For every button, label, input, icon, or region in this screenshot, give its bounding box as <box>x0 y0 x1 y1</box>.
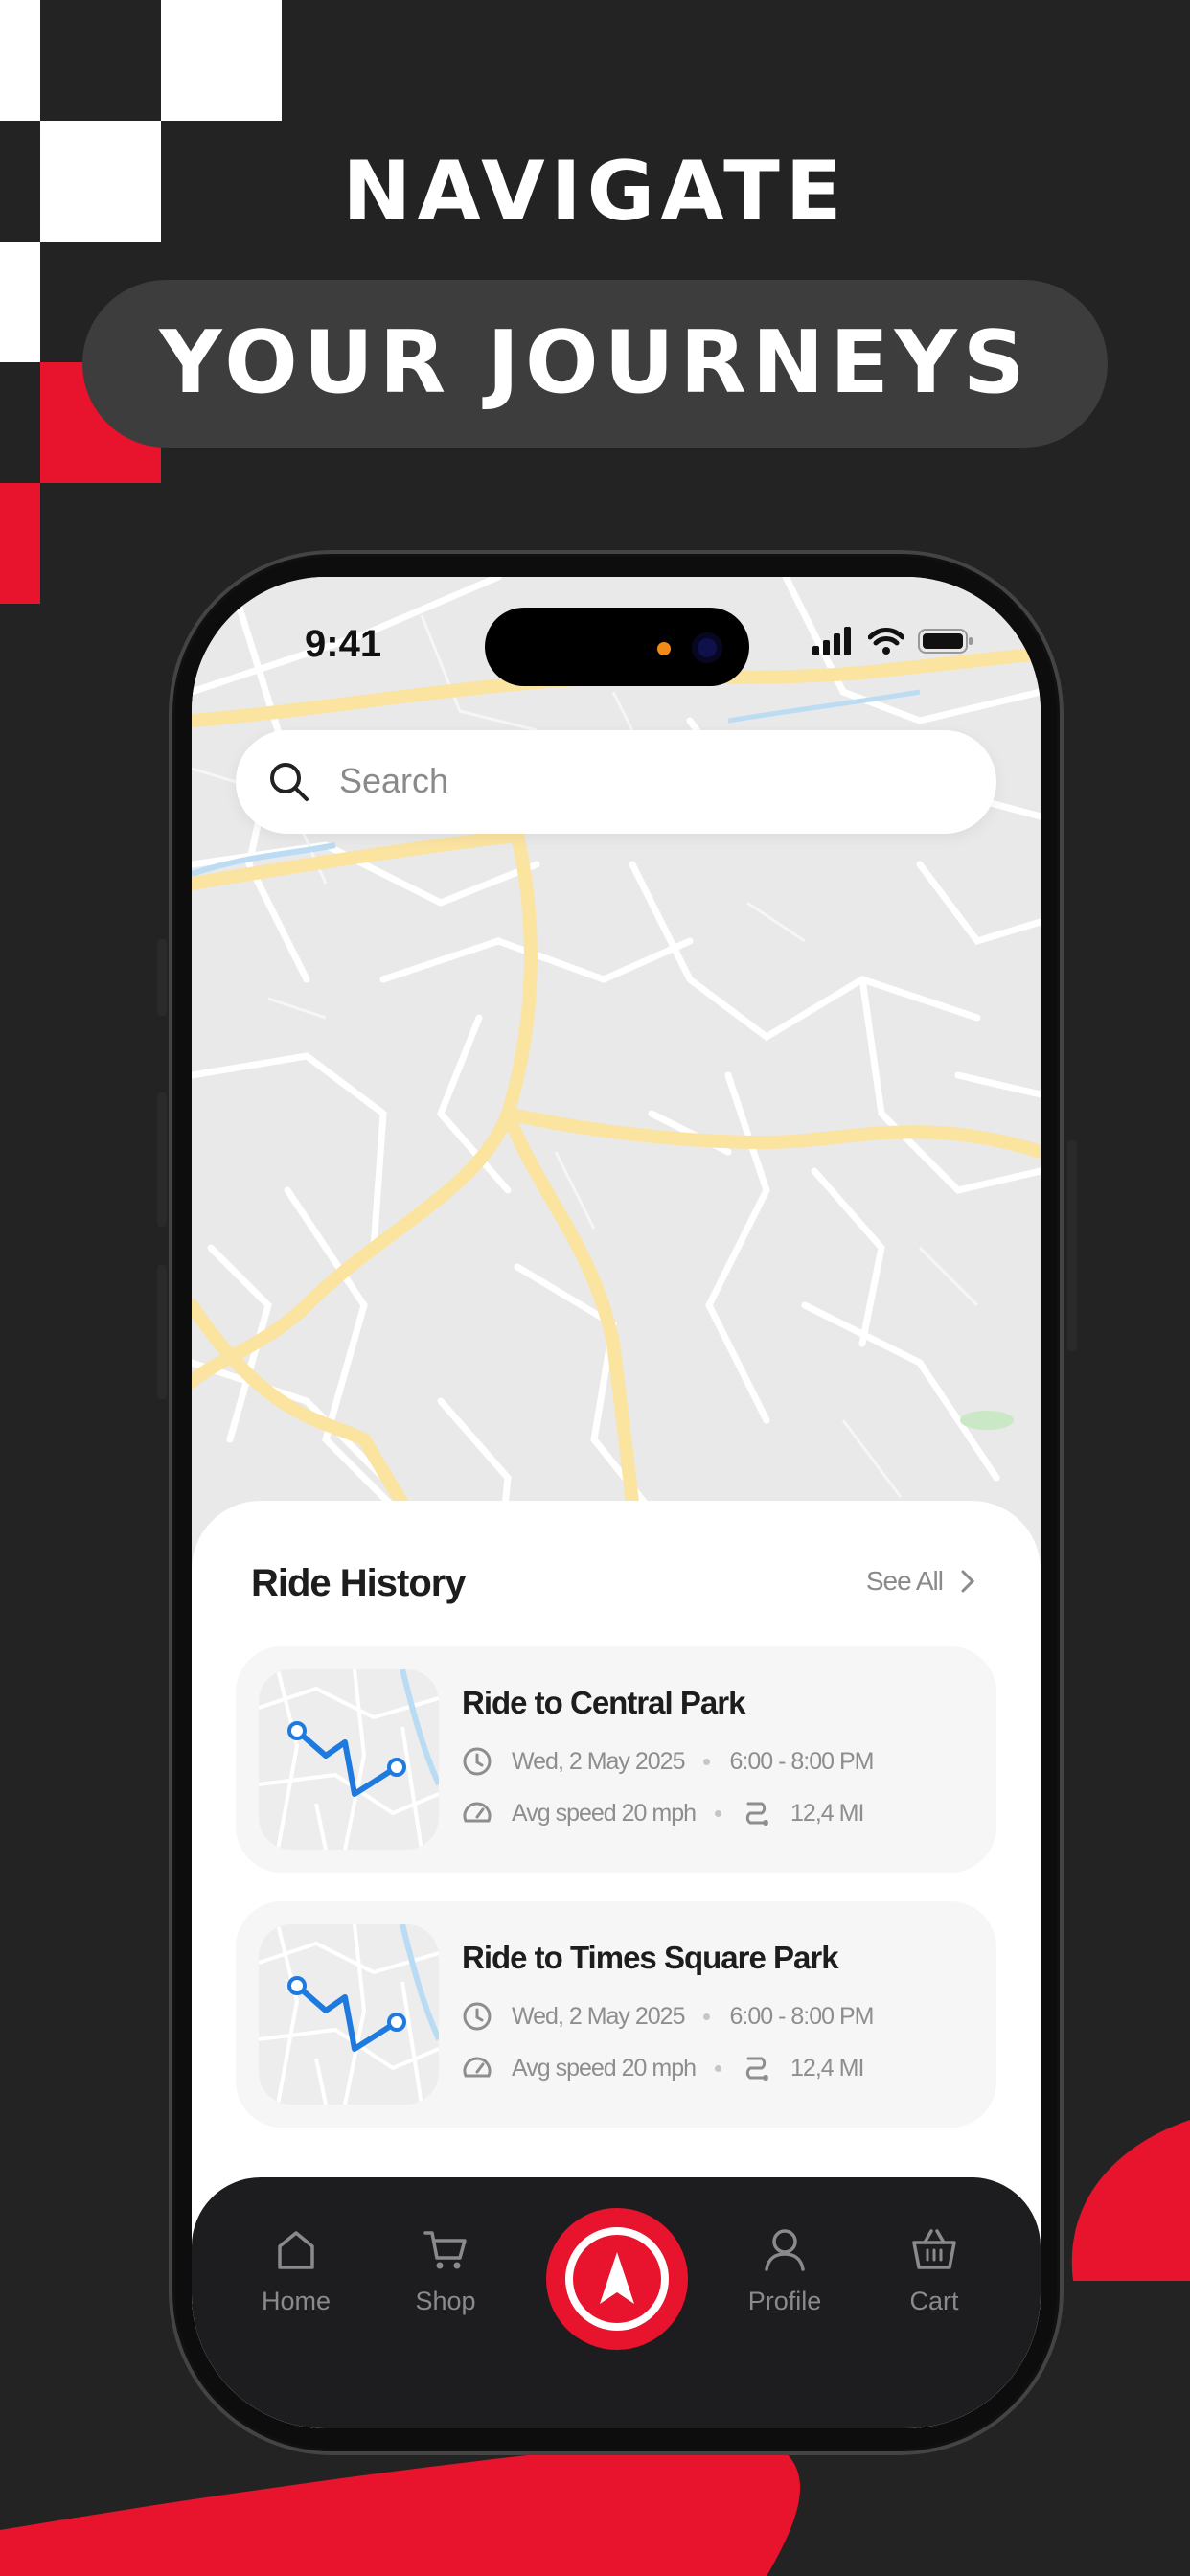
search-input[interactable]: Search <box>339 761 448 801</box>
route-icon <box>741 1798 771 1828</box>
navigation-arrow-icon <box>565 2227 669 2331</box>
chevron-right-icon <box>961 1570 975 1593</box>
ride-time: 6:00 - 8:00 PM <box>729 1747 874 1775</box>
user-icon <box>765 2229 805 2271</box>
route-map-thumbnail <box>259 1924 439 2104</box>
ride-date: Wed, 2 May 2025 <box>512 1747 685 1775</box>
ride-card[interactable]: Ride to Central Park Wed, 2 May 2025 6:0… <box>236 1646 996 1873</box>
headline-line-1: NAVIGATE <box>342 144 848 240</box>
ride-stats-row: Avg speed 20 mph 12,4 MI <box>462 2053 864 2083</box>
ride-distance: 12,4 MI <box>790 1799 864 1827</box>
cellular-signal-icon <box>812 627 851 656</box>
phone-volume-up <box>157 1092 167 1227</box>
tab-home[interactable]: Home <box>224 2225 368 2316</box>
wifi-icon <box>868 628 904 655</box>
ride-card[interactable]: Ride to Times Square Park Wed, 2 May 202… <box>236 1901 996 2128</box>
ride-speed: Avg speed 20 mph <box>512 1799 697 1827</box>
tab-home-label: Home <box>261 2287 332 2315</box>
clock-icon <box>462 1746 492 1777</box>
route-map-thumbnail <box>259 1669 439 1850</box>
ride-distance: 12,4 MI <box>790 2054 864 2082</box>
dynamic-island <box>485 608 749 686</box>
headline-line-2: YOUR JOURNEYS <box>159 312 1031 413</box>
status-time: 9:41 <box>305 623 382 665</box>
search-icon <box>270 763 309 801</box>
camera-icon <box>692 632 722 663</box>
status-icons <box>812 627 973 656</box>
separator-dot <box>703 1758 711 1765</box>
phone-volume-down <box>157 1265 167 1399</box>
tab-shop-label: Shop <box>415 2287 476 2315</box>
speedometer-icon <box>462 1798 492 1828</box>
cart-icon <box>423 2231 467 2269</box>
ride-date-row: Wed, 2 May 2025 6:00 - 8:00 PM <box>462 2001 874 2032</box>
navigate-button[interactable] <box>550 2212 684 2346</box>
see-all-link[interactable]: See All <box>866 1566 975 1597</box>
separator-dot <box>715 1809 722 1817</box>
privacy-indicator-icon <box>657 642 671 656</box>
clock-icon <box>462 2001 492 2032</box>
speedometer-icon <box>462 2053 492 2083</box>
ride-date-row: Wed, 2 May 2025 6:00 - 8:00 PM <box>462 1746 874 1777</box>
tab-cart[interactable]: Cart <box>862 2225 1006 2316</box>
app-screen: 9:41 Search Ride History See All Ride to… <box>192 577 1041 2428</box>
basket-icon <box>912 2229 956 2269</box>
see-all-label: See All <box>865 1566 944 1596</box>
bottom-tab-bar: Home Shop Profile Cart <box>192 2177 1041 2428</box>
ride-date: Wed, 2 May 2025 <box>512 2002 685 2030</box>
home-icon <box>278 2231 314 2269</box>
ride-stats-row: Avg speed 20 mph 12,4 MI <box>462 1798 864 1828</box>
phone-side-button <box>157 939 167 1016</box>
ride-speed: Avg speed 20 mph <box>512 2054 697 2082</box>
phone-power-button <box>1067 1140 1077 1351</box>
ride-history-title: Ride History <box>251 1562 467 1604</box>
tab-cart-label: Cart <box>909 2287 959 2315</box>
ride-title: Ride to Central Park <box>462 1685 745 1720</box>
search-bar[interactable]: Search <box>236 730 996 834</box>
tab-shop[interactable]: Shop <box>374 2225 517 2316</box>
ride-title: Ride to Times Square Park <box>462 1940 839 1975</box>
route-icon <box>741 2053 771 2083</box>
ride-time: 6:00 - 8:00 PM <box>729 2002 874 2030</box>
battery-icon <box>918 629 973 654</box>
tab-profile[interactable]: Profile <box>713 2225 857 2316</box>
separator-dot <box>703 2012 711 2020</box>
separator-dot <box>715 2064 722 2072</box>
tab-profile-label: Profile <box>747 2287 822 2315</box>
